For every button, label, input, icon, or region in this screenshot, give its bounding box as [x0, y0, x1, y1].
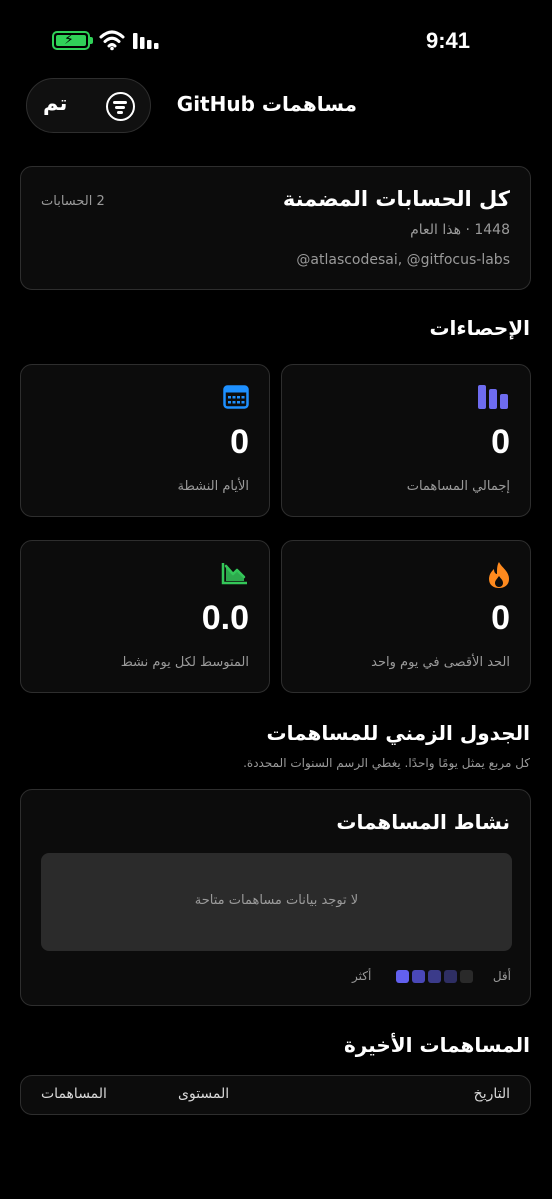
stat-value: 0 — [491, 423, 510, 461]
column-level[interactable]: المستوى — [178, 1086, 229, 1102]
stats-section-title: الإحصاءات — [429, 316, 530, 340]
bar-chart-icon — [478, 385, 508, 409]
recent-title: المساهمات الأخيرة — [343, 1033, 530, 1057]
signal-icon — [133, 33, 159, 49]
page-title: مساهمات GitHub — [176, 92, 357, 116]
status-time: 9:41 — [425, 28, 470, 53]
empty-state-text: لا توجد بيانات مساهمات متاحة — [194, 893, 359, 908]
status-bar: ⚡ 9:41 — [0, 0, 552, 80]
column-contributions[interactable]: المساهمات — [41, 1086, 107, 1102]
stat-card-total-contributions: 0 إجمالي المساهمات — [281, 364, 531, 517]
legend-more-label: أكثر — [352, 969, 372, 983]
nav-header: تم مساهمات GitHub — [0, 78, 552, 134]
done-filter-pill[interactable]: تم — [26, 78, 151, 133]
stat-card-average-per-active-day: 0.0 المتوسط لكل يوم نشط — [20, 540, 270, 693]
calendar-icon — [223, 385, 249, 409]
accounts-usernames: @atlascodesai, @gitfocus-labs — [296, 252, 510, 268]
empty-state: لا توجد بيانات مساهمات متاحة — [41, 853, 512, 951]
filter-icon[interactable] — [106, 92, 135, 121]
accounts-count: 2 الحسابات — [41, 194, 105, 209]
accounts-title: كل الحسابات المضمنة — [282, 187, 510, 211]
legend-less-label: أقل — [492, 969, 511, 983]
stat-label: الأيام النشطة — [177, 479, 249, 494]
stat-value: 0 — [491, 599, 510, 637]
done-button[interactable]: تم — [43, 91, 67, 115]
legend-swatch — [444, 970, 457, 983]
legend-swatch — [428, 970, 441, 983]
stat-label: الحد الأقصى في يوم واحد — [371, 655, 510, 670]
flame-icon — [489, 562, 509, 588]
timeline-subtitle: كل مربع يمثل يومًا واحدًا. يغطي الرسم ال… — [243, 756, 530, 770]
column-date[interactable]: التاريخ — [474, 1086, 510, 1102]
legend-swatch — [396, 970, 409, 983]
timeline-title: الجدول الزمني للمساهمات — [266, 721, 530, 745]
accounts-card[interactable]: كل الحسابات المضمنة 2 الحسابات 1448 · هذ… — [20, 166, 531, 290]
stat-value: 0 — [230, 423, 249, 461]
stat-card-max-per-day: 0 الحد الأقصى في يوم واحد — [281, 540, 531, 693]
wifi-icon — [99, 30, 125, 51]
legend-swatch — [460, 970, 473, 983]
stat-value: 0.0 — [201, 599, 249, 637]
stat-label: إجمالي المساهمات — [406, 479, 510, 494]
stat-label: المتوسط لكل يوم نشط — [120, 655, 249, 670]
accounts-year-line: 1448 · هذا العام — [410, 222, 510, 238]
contribution-activity-card: نشاط المساهمات لا توجد بيانات مساهمات مت… — [20, 789, 531, 1006]
activity-title: نشاط المساهمات — [336, 810, 510, 834]
legend-swatch — [412, 970, 425, 983]
battery-charging-icon: ⚡ — [52, 31, 90, 50]
trend-chart-icon — [221, 563, 247, 585]
battery-cap — [90, 37, 93, 44]
recent-table-header: التاريخ المستوى المساهمات — [20, 1075, 531, 1115]
stat-card-active-days: 0 الأيام النشطة — [20, 364, 270, 517]
